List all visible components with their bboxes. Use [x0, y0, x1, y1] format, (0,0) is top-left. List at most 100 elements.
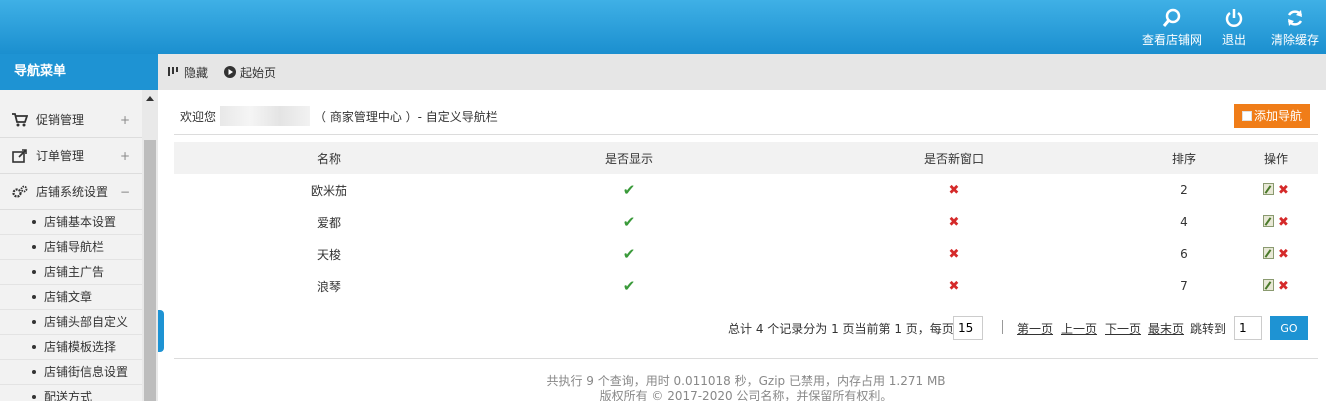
- delete-icon[interactable]: ✖: [1278, 247, 1289, 262]
- nav-order: 6: [1180, 247, 1188, 261]
- sidebar-item-shipping[interactable]: 配送方式: [0, 385, 142, 401]
- bullet-icon: [32, 295, 36, 299]
- nav-name: 欧米茄: [310, 183, 347, 198]
- per-page-input[interactable]: [953, 316, 983, 340]
- edit-icon[interactable]: [1263, 214, 1275, 227]
- view-store-label: 查看店铺网: [1142, 33, 1203, 47]
- clear-cache-button[interactable]: 清除缓存: [1271, 8, 1319, 48]
- sidebar-scrollbar[interactable]: [142, 90, 158, 401]
- first-page-link[interactable]: 第一页: [1017, 320, 1053, 337]
- sidebar-group-label: 店铺系统设置: [36, 185, 109, 199]
- jump-label: 跳转到: [1190, 322, 1227, 336]
- refresh-icon: [1287, 10, 1303, 26]
- logout-button[interactable]: 退出: [1222, 8, 1246, 48]
- sidebar-group-label: 订单管理: [36, 149, 85, 163]
- gears-icon: [12, 185, 28, 199]
- delete-icon[interactable]: ✖: [1278, 183, 1289, 198]
- logout-label: 退出: [1222, 33, 1247, 47]
- edit-icon[interactable]: [1263, 246, 1275, 259]
- check-icon[interactable]: ✔: [623, 213, 636, 231]
- column-header: 名称: [174, 142, 484, 174]
- divider: [174, 358, 1318, 359]
- sidebar: 导航菜单 促销管理 + 订单管理 + 店铺系统设置 − 店铺基本设置 店铺导航栏…: [0, 54, 158, 401]
- sidebar-group-promotion[interactable]: 促销管理 +: [0, 102, 142, 138]
- cross-icon[interactable]: ✖: [949, 215, 960, 230]
- sidebar-title: 导航菜单: [0, 54, 158, 90]
- sidebar-item-store-street[interactable]: 店铺街信息设置: [0, 360, 142, 385]
- sidebar-item-label: 店铺基本设置: [44, 215, 117, 229]
- welcome-text: 欢迎您 （ 商家管理中心 ）- 自定义导航栏: [180, 106, 498, 126]
- bullet-icon: [32, 245, 36, 249]
- nav-order: 2: [1180, 183, 1188, 197]
- sidebar-item-label: 店铺街信息设置: [44, 365, 129, 379]
- column-header: 排序: [1134, 142, 1234, 174]
- cart-icon: [12, 112, 28, 127]
- sidebar-item-label: 店铺头部自定义: [44, 315, 129, 329]
- nav-order: 4: [1180, 215, 1188, 229]
- bars-icon: [168, 66, 178, 76]
- sidebar-item-store-ad[interactable]: 店铺主广告: [0, 260, 142, 285]
- cross-icon[interactable]: ✖: [949, 247, 960, 262]
- sidebar-item-label: 店铺文章: [44, 290, 93, 304]
- sidebar-item-store-template[interactable]: 店铺模板选择: [0, 335, 142, 360]
- nav-name: 爱都: [316, 215, 341, 230]
- delete-icon[interactable]: ✖: [1278, 279, 1289, 294]
- table-row: 欧米茄 ✔ ✖ 2 ✖: [174, 174, 1318, 206]
- main-content: 欢迎您 （ 商家管理中心 ）- 自定义导航栏 添加导航 名称 是否显示 是否新窗…: [174, 90, 1318, 401]
- check-icon[interactable]: ✔: [623, 277, 636, 295]
- add-nav-label: 添加导航: [1254, 109, 1303, 123]
- bullet-icon: [32, 370, 36, 374]
- nav-table: 名称 是否显示 是否新窗口 排序 操作 欧米茄 ✔ ✖ 2 ✖ 爱都 ✔ ✖ 4…: [174, 142, 1318, 302]
- divider: [174, 134, 1318, 135]
- edit-icon[interactable]: [1263, 182, 1275, 195]
- scrollbar-thumb[interactable]: [144, 140, 156, 401]
- last-page-link[interactable]: 最末页: [1148, 320, 1184, 337]
- sidebar-item-store-basic[interactable]: 店铺基本设置: [0, 210, 142, 235]
- search-icon: [1162, 8, 1181, 27]
- top-header: 查看店铺网 站 退出 清除缓存: [0, 0, 1326, 78]
- go-button[interactable]: GO: [1270, 316, 1308, 340]
- nav-name: 浪琴: [316, 279, 341, 294]
- table-row: 爱都 ✔ ✖ 4 ✖: [174, 206, 1318, 238]
- share-icon: [12, 148, 28, 163]
- table-header-row: 名称 是否显示 是否新窗口 排序 操作: [174, 142, 1318, 174]
- sidebar-item-label: 店铺主广告: [44, 265, 105, 279]
- bullet-icon: [32, 320, 36, 324]
- add-icon: [1242, 111, 1252, 121]
- view-store-button[interactable]: 查看店铺网 站: [1142, 8, 1203, 78]
- hide-button[interactable]: 隐藏: [168, 64, 208, 81]
- check-icon[interactable]: ✔: [623, 181, 636, 199]
- welcome-prefix: 欢迎您: [180, 109, 217, 124]
- expand-icon: +: [119, 113, 130, 127]
- sidebar-item-store-header[interactable]: 店铺头部自定义: [0, 310, 142, 335]
- scroll-up-icon[interactable]: [146, 96, 154, 101]
- cross-icon[interactable]: ✖: [949, 183, 960, 198]
- sidebar-item-store-article[interactable]: 店铺文章: [0, 285, 142, 310]
- add-nav-button[interactable]: 添加导航: [1234, 104, 1310, 128]
- sidebar-group-orders[interactable]: 订单管理 +: [0, 138, 142, 174]
- sidebar-collapse-handle[interactable]: [158, 310, 164, 352]
- sidebar-item-label: 配送方式: [44, 390, 93, 401]
- column-header: 操作: [1234, 142, 1318, 174]
- sidebar-item-label: 店铺模板选择: [44, 340, 117, 354]
- divider: [1002, 320, 1003, 334]
- collapse-icon: −: [119, 185, 130, 199]
- edit-icon[interactable]: [1263, 278, 1275, 291]
- sidebar-item-store-nav[interactable]: 店铺导航栏: [0, 235, 142, 260]
- bullet-icon: [32, 270, 36, 274]
- bullet-icon: [32, 220, 36, 224]
- home-button[interactable]: 起始页: [224, 64, 276, 81]
- delete-icon[interactable]: ✖: [1278, 215, 1289, 230]
- sidebar-item-label: 店铺导航栏: [44, 240, 105, 254]
- cross-icon[interactable]: ✖: [949, 279, 960, 294]
- next-page-link[interactable]: 下一页: [1105, 320, 1141, 337]
- bullet-icon: [32, 395, 36, 399]
- blurred-username: [220, 106, 311, 126]
- table-row: 天梭 ✔ ✖ 6 ✖: [174, 238, 1318, 270]
- sidebar-group-store-settings[interactable]: 店铺系统设置 −: [0, 174, 142, 210]
- jump-page-input[interactable]: [1234, 316, 1262, 340]
- prev-page-link[interactable]: 上一页: [1061, 320, 1097, 337]
- power-icon: [1225, 9, 1243, 27]
- pagination: 总计 4 个记录分为 1 页当前第 1 页，每页 第一页 上一页 下一页 最末页…: [174, 316, 1318, 340]
- check-icon[interactable]: ✔: [623, 245, 636, 263]
